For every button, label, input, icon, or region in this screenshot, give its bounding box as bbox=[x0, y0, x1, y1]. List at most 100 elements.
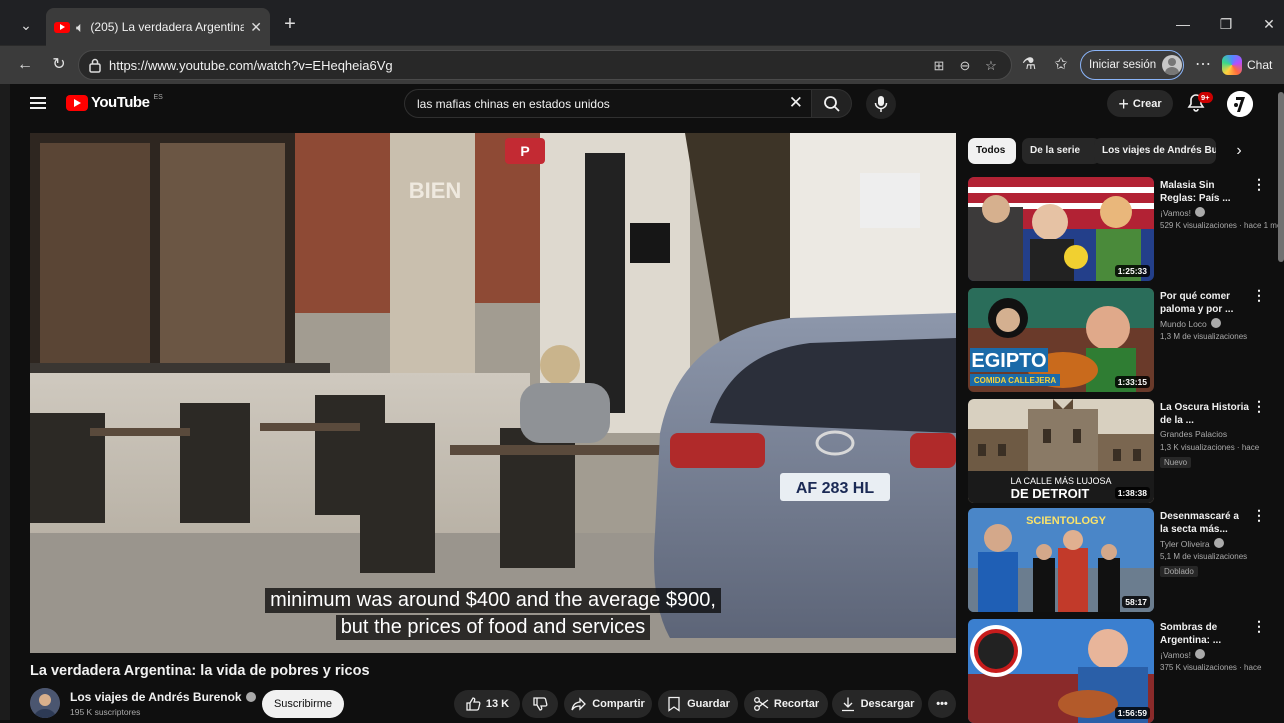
duration-badge: 1:25:33 bbox=[1114, 265, 1150, 277]
recommendation-title[interactable]: Desenmascaré a la secta más... bbox=[1160, 510, 1250, 536]
duration-badge: 58:17 bbox=[1122, 596, 1150, 608]
minimize-button[interactable]: — bbox=[1168, 12, 1198, 36]
kebab-menu-icon[interactable]: ⋮ bbox=[1252, 508, 1266, 526]
recommendation-channel: Mundo Loco bbox=[1160, 318, 1221, 329]
kebab-menu-icon[interactable]: ⋮ bbox=[1252, 399, 1266, 417]
tab-actions-menu-button[interactable]: ⌄ bbox=[12, 12, 40, 38]
extensions-icon[interactable]: ⚗ bbox=[1016, 53, 1042, 77]
search-button[interactable] bbox=[812, 89, 852, 118]
thumbnail[interactable]: EGIPTO COMIDA CALLEJERA 1:33:15 bbox=[968, 288, 1154, 392]
kebab-menu-icon[interactable]: ⋮ bbox=[1252, 177, 1266, 195]
new-tab-button[interactable]: + bbox=[278, 13, 302, 37]
recommendation-title[interactable]: Por qué comer paloma y por ... bbox=[1160, 290, 1250, 316]
svg-text:P: P bbox=[520, 143, 529, 159]
plus-icon: + bbox=[1118, 93, 1129, 114]
youtube-logo[interactable]: YouTube ES bbox=[66, 94, 163, 111]
audio-playing-icon[interactable]: 🔈︎ bbox=[76, 19, 84, 36]
thumbnail[interactable]: LA CALLE MÁS LUJOSA DE DETROIT 1:38:38 bbox=[968, 399, 1154, 503]
clear-search-icon[interactable]: ✕ bbox=[789, 93, 803, 113]
refresh-icon[interactable]: ↻ bbox=[46, 53, 72, 77]
share-icon bbox=[571, 697, 587, 711]
thumbnail-line-2: DE DETROIT bbox=[1011, 486, 1090, 501]
duration-badge: 1:56:59 bbox=[1114, 707, 1150, 719]
video-title: La verdadera Argentina: la vida de pobre… bbox=[30, 663, 370, 679]
thumbnail[interactable]: SCIENTOLOGY 58:17 bbox=[968, 508, 1154, 612]
dislike-button[interactable] bbox=[522, 690, 558, 718]
recommendation-item[interactable]: EGIPTO COMIDA CALLEJERA 1:33:15 Por qué c… bbox=[968, 288, 1278, 392]
guide-menu-icon[interactable] bbox=[30, 97, 46, 109]
chip-series[interactable]: De la serie bbox=[1022, 138, 1100, 164]
microphone-icon bbox=[874, 96, 888, 112]
save-button[interactable]: Guardar bbox=[658, 690, 738, 718]
chevron-right-icon[interactable]: › bbox=[1228, 140, 1250, 162]
recommendation-channel: ¡Vamos! bbox=[1160, 207, 1206, 218]
user-avatar[interactable] bbox=[1227, 91, 1253, 117]
recommendation-title[interactable]: La Oscura Historia de la ... bbox=[1160, 401, 1250, 427]
voice-search-button[interactable] bbox=[866, 89, 896, 119]
new-badge: Nuevo bbox=[1160, 457, 1192, 468]
kebab-menu-icon[interactable]: ⋮ bbox=[1252, 288, 1266, 306]
recommendation-channel: Tyler Oliveira bbox=[1160, 538, 1224, 549]
zoom-icon[interactable]: ⊖ bbox=[955, 56, 975, 76]
share-button[interactable]: Compartir bbox=[564, 690, 652, 718]
clip-button[interactable]: Recortar bbox=[744, 690, 828, 718]
channel-name-text[interactable]: Los viajes de Andrés Burenok bbox=[70, 690, 242, 704]
channel-avatar[interactable] bbox=[30, 688, 60, 718]
scissors-icon bbox=[753, 697, 769, 711]
browser-tab-active[interactable]: 🔈︎ (205) La verdadera Argentina: la vida… bbox=[46, 8, 270, 46]
recommendation-views: 1,3 M de visualizaciones bbox=[1160, 332, 1248, 341]
subtitle-text-2: but the prices of food and services bbox=[335, 615, 651, 640]
subscribe-button[interactable]: Suscribirme bbox=[262, 690, 344, 718]
video-player[interactable]: AF 283 HL P BIEN minimum was around $400… bbox=[30, 133, 956, 653]
channel-name[interactable]: Los viajes de Andrés Burenok bbox=[70, 690, 256, 704]
url-text[interactable]: https://www.youtube.com/watch?v=EHeqheia… bbox=[109, 58, 393, 73]
sign-in-button[interactable]: Iniciar sesión bbox=[1080, 50, 1184, 80]
copilot-chat-button[interactable]: Chat bbox=[1222, 52, 1284, 78]
recommendation-title[interactable]: Sombras de Argentina: ... bbox=[1160, 621, 1250, 647]
thumbnail-title-egipto: EGIPTO bbox=[971, 350, 1046, 372]
more-options-icon[interactable]: ⋯ bbox=[1190, 53, 1216, 77]
thumbnail-subtitle-egipto: COMIDA CALLEJERA bbox=[974, 376, 1057, 385]
recommendation-item[interactable]: SCIENTOLOGY 58:17 Desenmascaré a la sect… bbox=[968, 508, 1278, 612]
video-frame-scene: AF 283 HL P BIEN bbox=[30, 133, 956, 653]
svg-text:AF 283 HL: AF 283 HL bbox=[796, 480, 874, 497]
app-available-icon[interactable]: ⊞ bbox=[929, 56, 949, 76]
dubbed-badge: Doblado bbox=[1160, 566, 1198, 577]
search-input[interactable]: las mafias chinas en estados unidos ✕ bbox=[404, 89, 812, 118]
close-tab-icon[interactable]: ✕ bbox=[250, 19, 262, 36]
recommendation-views: 1,3 K visualizaciones · hace bbox=[1160, 443, 1260, 452]
favorite-star-icon[interactable]: ☆ bbox=[981, 56, 1001, 76]
search-query-text[interactable]: las mafias chinas en estados unidos bbox=[417, 97, 610, 111]
kebab-menu-icon[interactable]: ⋮ bbox=[1252, 619, 1266, 637]
like-button[interactable]: 13 K bbox=[454, 690, 520, 718]
tab-strip: ⌄ 🔈︎ (205) La verdadera Argentina: la vi… bbox=[0, 0, 1284, 46]
country-code: ES bbox=[153, 94, 163, 101]
recommendation-channel-name: ¡Vamos! bbox=[1160, 208, 1192, 218]
favorites-icon[interactable]: ✩ bbox=[1048, 53, 1074, 77]
address-bar[interactable]: https://www.youtube.com/watch?v=EHeqheia… bbox=[78, 50, 1012, 80]
thumbnail[interactable]: 1:25:33 bbox=[968, 177, 1154, 281]
recommendation-item[interactable]: LA CALLE MÁS LUJOSA DE DETROIT 1:38:38 La… bbox=[968, 399, 1278, 503]
close-window-button[interactable]: ✕ bbox=[1254, 12, 1284, 36]
thumbnail[interactable]: 1:56:59 bbox=[968, 619, 1154, 723]
create-label: Crear bbox=[1132, 97, 1162, 110]
like-count: 13 K bbox=[485, 698, 510, 710]
create-button[interactable]: + Crear bbox=[1107, 90, 1173, 117]
recommendation-channel: Grandes Palacios bbox=[1160, 429, 1228, 439]
chip-all[interactable]: Todos bbox=[968, 138, 1016, 164]
recommendation-views: 529 K visualizaciones · hace 1 mes bbox=[1160, 221, 1278, 230]
youtube-page: YouTube ES las mafias chinas en estados … bbox=[10, 84, 1284, 723]
recommendation-title[interactable]: Malasia Sin Reglas: País ... bbox=[1160, 179, 1250, 205]
more-actions-button[interactable]: ••• bbox=[928, 690, 956, 718]
restore-button[interactable]: ❐ bbox=[1211, 12, 1241, 36]
duration-badge: 1:33:15 bbox=[1114, 376, 1150, 388]
chip-channel[interactable]: Los viajes de Andrés Burenok bbox=[1094, 138, 1216, 164]
recommendation-item[interactable]: 1:25:33 Malasia Sin Reglas: País ... ¡Va… bbox=[968, 177, 1278, 281]
recommendation-item[interactable]: 1:56:59 Sombras de Argentina: ... ¡Vamos… bbox=[968, 619, 1278, 723]
recommendation-channel-name: Mundo Loco bbox=[1160, 319, 1207, 329]
bookmark-icon bbox=[668, 696, 680, 712]
back-arrow-icon[interactable]: ← bbox=[12, 53, 38, 77]
thumbs-down-icon bbox=[533, 697, 548, 711]
download-button[interactable]: Descargar bbox=[832, 690, 922, 718]
page-scrollbar[interactable] bbox=[1278, 92, 1284, 262]
